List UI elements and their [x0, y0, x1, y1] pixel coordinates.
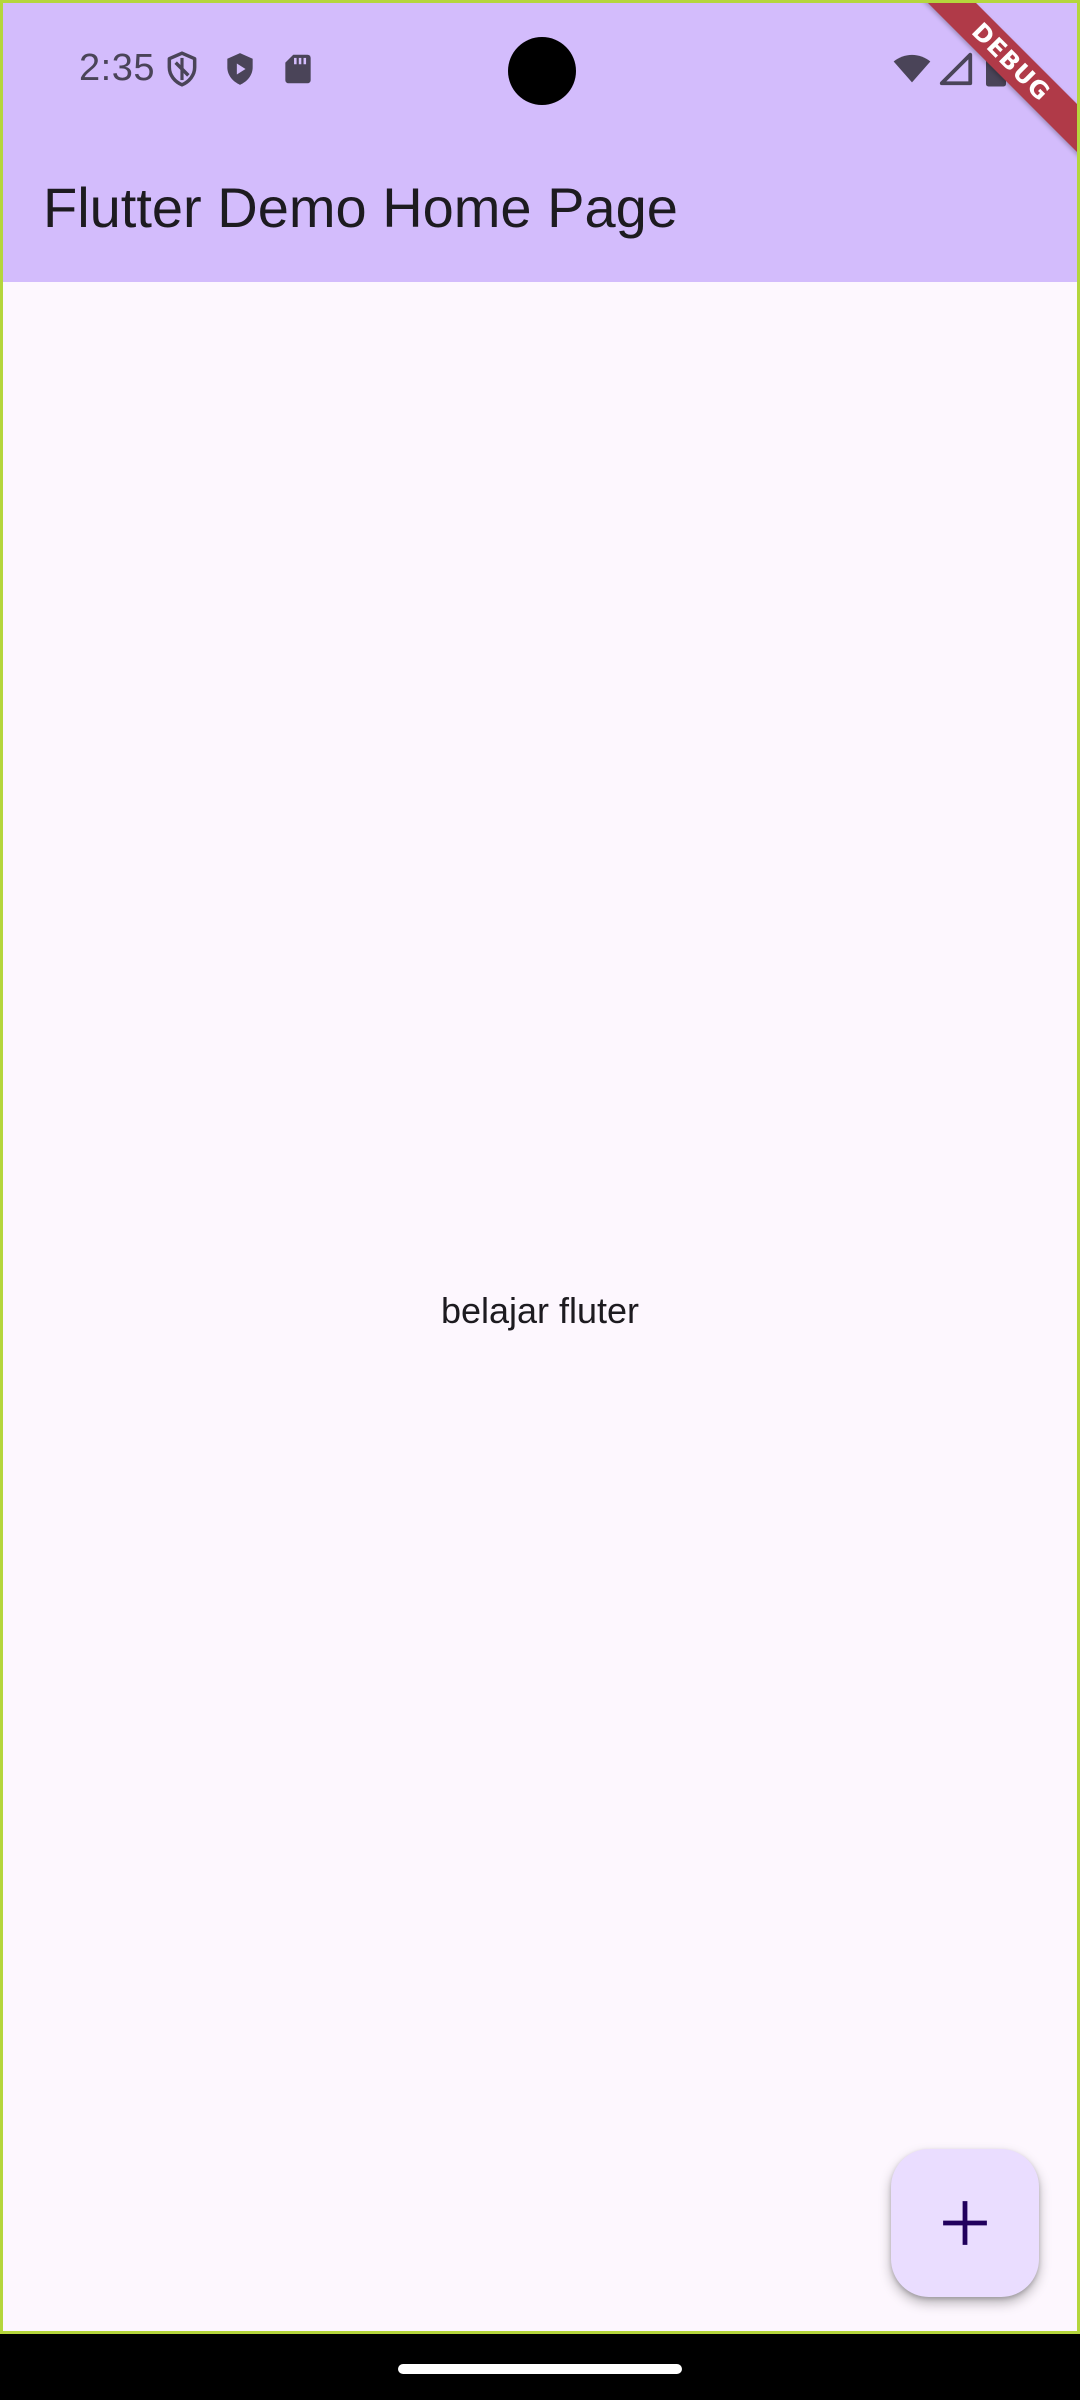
cellular-signal-icon [937, 49, 975, 89]
add-button[interactable] [891, 2149, 1039, 2297]
shield-play-icon [221, 49, 259, 89]
sd-card-icon [279, 49, 317, 89]
app-bar: 2:35 Flutter Demo Home Page DEBUG [3, 3, 1077, 282]
home-gesture-handle[interactable] [398, 2364, 682, 2374]
wifi-icon [891, 49, 933, 89]
device-frame: 2:35 Flutter Demo Home Page DEBUG belaja… [0, 0, 1080, 2400]
app-screen: 2:35 Flutter Demo Home Page DEBUG belaja… [0, 0, 1080, 2334]
camera-cutout [508, 37, 576, 105]
body-text: belajar fluter [440, 1290, 640, 1331]
status-time: 2:35 [79, 47, 155, 89]
page-title: Flutter Demo Home Page [43, 176, 678, 239]
shield-outline-icon [163, 49, 201, 89]
add-icon [939, 2197, 991, 2249]
